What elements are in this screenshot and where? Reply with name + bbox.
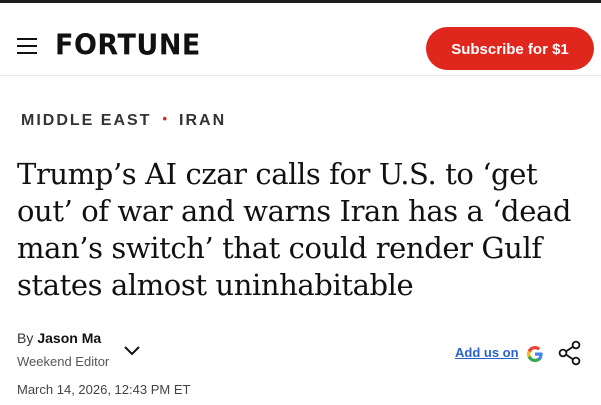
breadcrumb-topic-link[interactable]: IRAN xyxy=(179,112,226,129)
author-name-link[interactable]: Jason Ma xyxy=(37,330,101,346)
site-logo[interactable]: FORTUNE xyxy=(55,29,201,62)
breadcrumb-separator: • xyxy=(162,111,170,126)
publish-date: March 14, 2026, 12:43 PM ET xyxy=(17,382,191,397)
byline-prefix: By xyxy=(17,330,34,346)
subscribe-button[interactable]: Subscribe for $1 xyxy=(426,27,594,70)
share-icon[interactable] xyxy=(557,340,583,366)
author-role: Weekend Editor xyxy=(17,354,110,369)
chevron-down-icon[interactable] xyxy=(122,343,142,357)
byline: By Jason Ma xyxy=(17,330,101,346)
google-icon[interactable] xyxy=(525,344,545,364)
add-us-on-google-link[interactable]: Add us on xyxy=(455,345,519,360)
article-headline: Trump’s AI czar calls for U.S. to ‘get o… xyxy=(17,157,572,302)
breadcrumb: MIDDLE EAST • IRAN xyxy=(21,111,226,130)
menu-icon[interactable] xyxy=(17,38,37,54)
breadcrumb-section-link[interactable]: MIDDLE EAST xyxy=(21,112,151,129)
site-header: FORTUNE Subscribe for $1 xyxy=(0,3,601,76)
